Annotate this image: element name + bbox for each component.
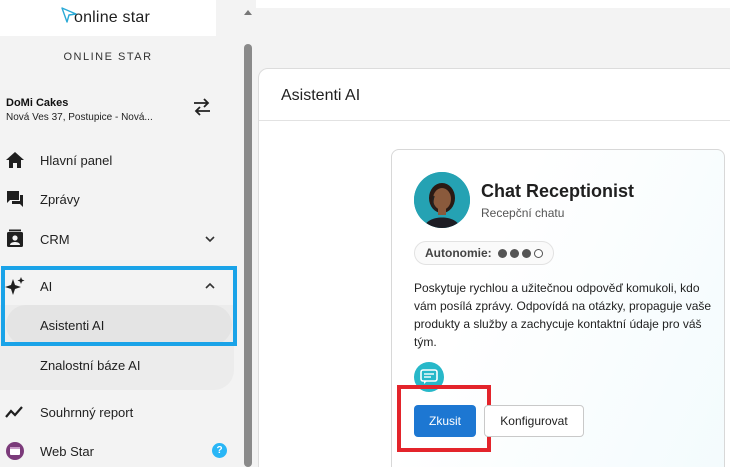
sidebar-item-label: Souhrnný report — [40, 404, 134, 420]
page-title: Asistenti AI — [281, 87, 361, 104]
scrollbar-thumb[interactable] — [244, 44, 252, 467]
sidebar-item-dashboard[interactable]: Hlavní panel — [0, 140, 232, 180]
try-button[interactable]: Zkusit — [414, 405, 476, 437]
web-star-icon — [6, 442, 24, 460]
autonomy-dot-filled — [509, 248, 519, 258]
assistant-subtitle: Recepční chatu — [481, 206, 565, 220]
sidebar-item-label: Web Star — [40, 443, 94, 459]
logo-star-icon — [61, 7, 77, 23]
account-name: DoMi Cakes — [6, 97, 69, 109]
sidebar-item-label: Znalostní báze AI — [40, 357, 141, 373]
sidebar-item-label: Zprávy — [40, 191, 80, 207]
account-selector[interactable]: DoMi Cakes Nová Ves 37, Postupice - Nová… — [6, 97, 206, 123]
sidebar-item-web-star[interactable]: Web Star — [0, 431, 232, 467]
sidebar-item-label: Hlavní panel — [40, 152, 113, 168]
autonomy-dot-empty — [533, 248, 543, 258]
contacts-icon — [7, 229, 23, 247]
account-address: Nová Ves 37, Postupice - Nová... — [6, 112, 153, 123]
top-bar — [256, 0, 730, 8]
sidebar: online star ONLINE STAR DoMi Cakes Nová … — [0, 0, 256, 467]
assistant-description: Poskytuje rychlou a užitečnou odpověď ko… — [414, 281, 712, 349]
switch-account-icon[interactable] — [192, 98, 212, 116]
autonomy-dot-filled — [521, 248, 531, 258]
assistant-avatar — [414, 172, 470, 228]
autonomy-label: Autonomie: — [425, 246, 492, 260]
chat-icon — [7, 191, 23, 207]
ai-section-highlight — [1, 266, 237, 346]
autonomy-level-indicator — [497, 248, 543, 258]
sidebar-item-ai-knowledge[interactable]: Znalostní báze AI — [0, 345, 226, 385]
scroll-up-arrow-icon[interactable] — [244, 10, 252, 15]
receptionist-avatar-icon — [414, 172, 470, 228]
brand-label: ONLINE STAR — [63, 51, 153, 63]
chevron-down-icon — [205, 236, 215, 243]
home-icon — [6, 152, 24, 168]
page-header: Asistenti AI — [259, 69, 730, 121]
trend-icon — [5, 406, 23, 418]
sidebar-item-summary-report[interactable]: Souhrnný report — [0, 392, 232, 432]
sidebar-item-label: CRM — [40, 231, 70, 247]
logo[interactable]: online star — [0, 0, 216, 36]
help-badge[interactable]: ? — [212, 443, 227, 458]
sidebar-item-crm[interactable]: CRM — [0, 219, 232, 259]
autonomy-badge: Autonomie: — [414, 241, 554, 265]
autonomy-dot-filled — [497, 248, 507, 258]
configure-button[interactable]: Konfigurovat — [484, 405, 584, 437]
assistant-title: Chat Receptionist — [481, 181, 635, 201]
sidebar-item-messages[interactable]: Zprávy — [0, 179, 232, 219]
logo-text: online star — [73, 9, 151, 26]
